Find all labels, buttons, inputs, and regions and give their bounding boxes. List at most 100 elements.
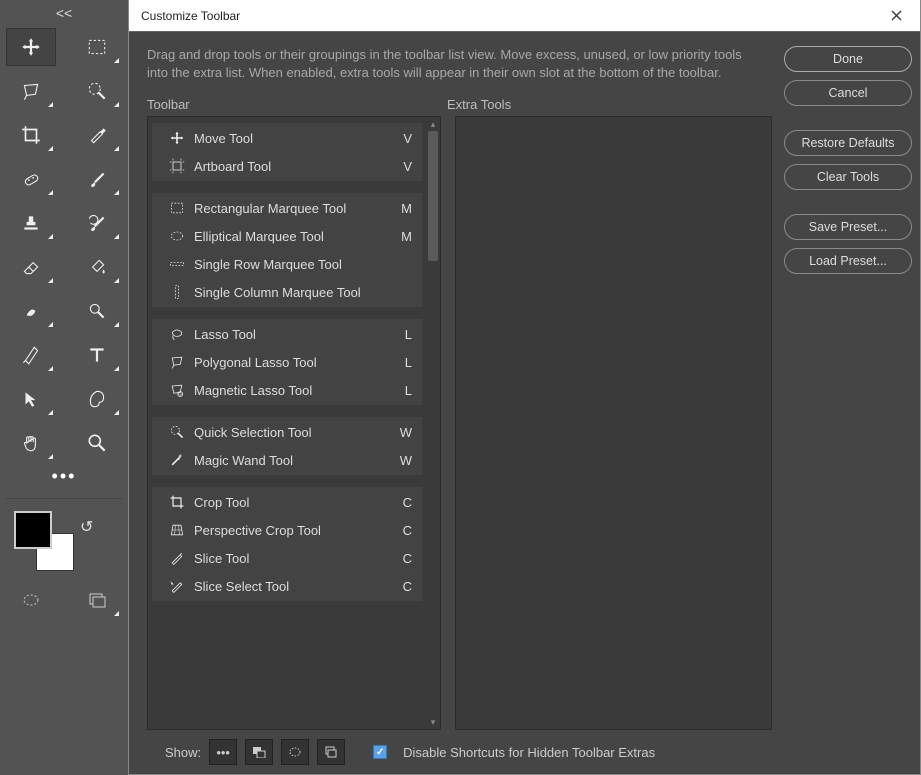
tool-row[interactable]: Polygonal Lasso ToolL [152,348,422,376]
tool-group[interactable]: Crop ToolCPerspective Crop ToolCSlice To… [152,487,422,601]
artboard-icon [166,157,188,175]
tool-row[interactable]: Crop ToolC [152,488,422,516]
tool-row-label: Artboard Tool [188,159,396,174]
scroll-up-icon[interactable]: ▴ [426,117,440,131]
extra-tools-panel[interactable] [455,116,772,730]
lists-row: Move ToolVArtboard ToolVRectangular Marq… [147,116,772,730]
tool-row[interactable]: Magnetic Lasso ToolL [152,376,422,404]
show-screenmode-button[interactable] [317,739,345,765]
tool-row[interactable]: Rectangular Marquee ToolM [152,194,422,222]
tool-row[interactable]: Artboard ToolV [152,152,422,180]
path-select-tool-button[interactable] [6,380,56,418]
color-swatch-area: ↺ [6,507,122,581]
show-overflow-button[interactable]: ••• [209,739,237,765]
shape-tool-button[interactable] [72,380,122,418]
quick-select-icon [166,423,188,441]
hand-tool-button[interactable] [6,424,56,462]
tool-row-label: Rectangular Marquee Tool [188,201,396,216]
tool-row[interactable]: Single Column Marquee Tool [152,278,422,306]
tool-row-shortcut: C [396,551,412,566]
done-button[interactable]: Done [784,46,912,72]
tool-row-shortcut: C [396,579,412,594]
healing-tool-button[interactable] [6,160,56,198]
smudge-tool-button[interactable] [6,292,56,330]
tool-row[interactable]: Quick Selection ToolW [152,418,422,446]
toolbar-overflow-button[interactable]: ••• [6,466,122,486]
tool-row-shortcut: W [396,453,412,468]
dialog-body: Drag and drop tools or their groupings i… [129,32,920,774]
tool-row[interactable]: Slice ToolC [152,544,422,572]
tool-row[interactable]: Magic Wand ToolW [152,446,422,474]
list-headers: Toolbar Extra Tools [147,97,772,112]
foreground-color-swatch[interactable] [14,511,52,549]
clear-tools-button[interactable]: Clear Tools [784,164,912,190]
scrollbar-thumb[interactable] [428,131,438,261]
dialog-buttons-column: Done Cancel Restore Defaults Clear Tools… [784,46,912,774]
tool-row-label: Single Row Marquee Tool [188,257,396,272]
tool-group[interactable]: Quick Selection ToolWMagic Wand ToolW [152,417,422,475]
dodge-tool-button[interactable] [72,292,122,330]
dialog-titlebar: Customize Toolbar [129,0,920,32]
marquee-col-icon [166,283,188,301]
dialog-bottom-bar: Show: ••• ✓ Disable Shortcuts for Hidden… [147,730,772,774]
tool-grid [6,24,122,462]
toolbar-list-scroll[interactable]: Move ToolVArtboard ToolVRectangular Marq… [148,117,426,729]
zoom-tool-button[interactable] [72,424,122,462]
save-preset-button[interactable]: Save Preset... [784,214,912,240]
restore-defaults-button[interactable]: Restore Defaults [784,130,912,156]
toolbar-collapse-button[interactable]: << [6,2,122,24]
show-label: Show: [165,745,201,760]
marquee-row-icon [166,255,188,273]
tool-row[interactable]: Perspective Crop ToolC [152,516,422,544]
tool-row-label: Single Column Marquee Tool [188,285,396,300]
swap-colors-icon[interactable]: ↺ [80,517,93,537]
lasso-polygon-tool-button[interactable] [6,72,56,110]
load-preset-button[interactable]: Load Preset... [784,248,912,274]
brush-tool-button[interactable] [72,160,122,198]
close-button[interactable] [880,0,912,32]
eyedropper-tool-button[interactable] [72,116,122,154]
tool-row-shortcut: V [396,131,412,146]
type-tool-button[interactable] [72,336,122,374]
tool-row[interactable]: Slice Select ToolC [152,572,422,600]
marquee-rect-icon [166,199,188,217]
tool-group[interactable]: Move ToolVArtboard ToolV [152,123,422,181]
screen-mode-row [6,581,122,627]
tool-row[interactable]: Single Row Marquee Tool [152,250,422,278]
tool-row[interactable]: Elliptical Marquee ToolM [152,222,422,250]
scroll-down-icon[interactable]: ▾ [426,715,440,729]
cancel-button[interactable]: Cancel [784,80,912,106]
pen-tool-button[interactable] [6,336,56,374]
lasso-icon [166,325,188,343]
tool-row-shortcut: C [396,523,412,538]
screen-mode-button[interactable] [72,581,122,619]
tool-row-label: Elliptical Marquee Tool [188,229,396,244]
paint-bucket-tool-button[interactable] [72,248,122,286]
show-quickmask-button[interactable] [281,739,309,765]
tool-row-shortcut: L [396,355,412,370]
tool-group[interactable]: Lasso ToolLPolygonal Lasso ToolLMagnetic… [152,319,422,405]
stamp-tool-button[interactable] [6,204,56,242]
quick-mask-button[interactable] [6,581,56,619]
tool-row[interactable]: Lasso ToolL [152,320,422,348]
tool-row[interactable]: Move ToolV [152,124,422,152]
eraser-tool-button[interactable] [6,248,56,286]
disable-shortcuts-label: Disable Shortcuts for Hidden Toolbar Ext… [403,745,655,760]
marquee-rect-tool-button[interactable] [72,28,122,66]
tool-group[interactable]: Rectangular Marquee ToolMElliptical Marq… [152,193,422,307]
tool-row-label: Lasso Tool [188,327,396,342]
tool-row-label: Slice Select Tool [188,579,396,594]
fg-bg-color-swatches[interactable] [14,511,74,571]
toolbar-list-scrollbar[interactable]: ▴ ▾ [426,117,440,729]
tool-row-label: Perspective Crop Tool [188,523,396,538]
quick-select-tool-button[interactable] [72,72,122,110]
history-brush-tool-button[interactable] [72,204,122,242]
show-swatches-button[interactable] [245,739,273,765]
toolbar-list-panel: Move ToolVArtboard ToolVRectangular Marq… [147,116,441,730]
disable-shortcuts-checkbox[interactable]: ✓ [373,745,387,759]
crop-tool-button[interactable] [6,116,56,154]
move-tool-button[interactable] [6,28,56,66]
tool-row-shortcut: L [396,383,412,398]
instructions-text: Drag and drop tools or their groupings i… [147,46,757,81]
tool-row-label: Quick Selection Tool [188,425,396,440]
